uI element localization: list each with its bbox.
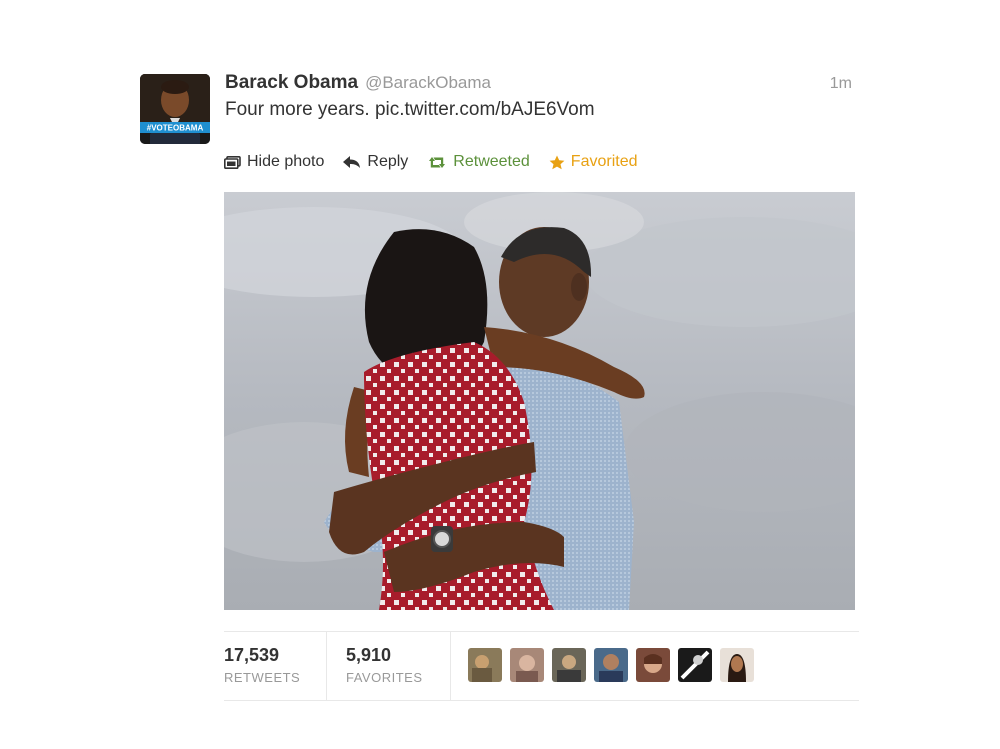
favorites-count: 5,910 (346, 645, 392, 665)
tweet-photo[interactable] (224, 192, 855, 610)
favorite-button[interactable]: Favorited (549, 153, 638, 171)
tweet-text: Four more years. pic.twitter.com/bAJE6Vo… (225, 99, 595, 121)
favoriter-avatar-6[interactable] (678, 648, 712, 682)
hide-photo-button[interactable]: Hide photo (224, 153, 324, 171)
tweet-body: Four more years. (225, 99, 370, 120)
favoriter-avatar-1[interactable] (468, 648, 502, 682)
retweeted-label: Retweeted (453, 153, 530, 170)
retweets-stat[interactable]: 17,539 RETWEETS (224, 632, 327, 700)
favoriter-avatars (451, 632, 754, 700)
author-handle[interactable]: @BarackObama (365, 73, 491, 93)
favorites-stat[interactable]: 5,910 FAVORITES (327, 632, 451, 700)
star-icon (549, 155, 565, 169)
tweet-actions: Hide photo Reply Retweeted Favorited (224, 153, 657, 171)
tweet-header: Barack Obama @BarackObama (225, 72, 491, 98)
retweets-count: 17,539 (224, 645, 280, 665)
retweet-icon (429, 156, 446, 168)
tweet-timestamp[interactable]: 1m (830, 75, 852, 93)
favoriter-avatar-5[interactable] (636, 648, 670, 682)
reply-label: Reply (367, 153, 409, 170)
photo-icon (224, 155, 241, 169)
tweet-link[interactable]: pic.twitter.com/bAJE6Vom (375, 99, 595, 120)
reply-button[interactable]: Reply (343, 153, 408, 171)
hide-photo-label: Hide photo (247, 153, 325, 170)
favoriter-avatar-3[interactable] (552, 648, 586, 682)
favorited-label: Favorited (570, 153, 638, 170)
avatar-badge: #VOTEOBAMA (147, 124, 204, 133)
retweets-label: RETWEETS (224, 670, 301, 685)
tweet-stats: 17,539 RETWEETS 5,910 FAVORITES (224, 631, 859, 701)
favoriter-avatar-2[interactable] (510, 648, 544, 682)
retweet-button[interactable]: Retweeted (427, 153, 530, 171)
favoriter-avatar-4[interactable] (594, 648, 628, 682)
favoriter-avatar-7[interactable] (720, 648, 754, 682)
profile-avatar[interactable]: #VOTEOBAMA (140, 74, 210, 144)
author-name[interactable]: Barack Obama (225, 72, 358, 94)
reply-icon (343, 155, 361, 168)
favorites-label: FAVORITES (346, 670, 423, 685)
